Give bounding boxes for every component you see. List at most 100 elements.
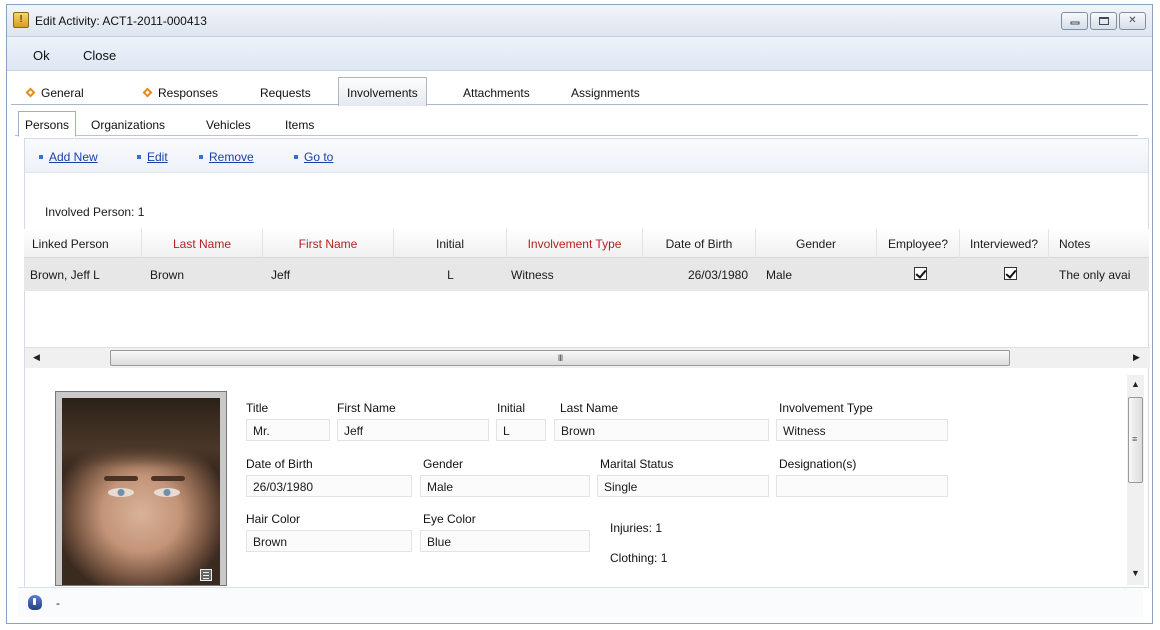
clothing-label[interactable]: Clothing: 1	[610, 551, 667, 565]
action-bar: Add New Edit Remove Go to	[25, 139, 1148, 173]
col-linked-person[interactable]: Linked Person	[24, 229, 142, 258]
involved-count: Involved Person: 1	[45, 205, 145, 219]
cell-linked-person: Brown, Jeff L	[30, 268, 100, 282]
col-first-name[interactable]: First Name	[263, 229, 394, 258]
required-marker-icon	[25, 87, 36, 98]
tab-responses[interactable]: Responses	[136, 79, 226, 105]
window-controls: ✕	[1061, 12, 1146, 30]
last-name-field[interactable]: Brown	[554, 419, 769, 441]
menu-bar: Ok Close	[7, 37, 1152, 71]
ok-menu-item[interactable]: Ok	[33, 48, 50, 63]
scroll-right-icon[interactable]: ▶	[1133, 352, 1140, 363]
cell-last-name: Brown	[150, 268, 185, 282]
minimize-button[interactable]	[1061, 12, 1088, 30]
designation-field[interactable]	[776, 475, 948, 497]
marital-status-field[interactable]: Single	[597, 475, 769, 497]
dob-field[interactable]: 26/03/1980	[246, 475, 412, 497]
tab-general[interactable]: General	[19, 79, 92, 105]
tab-requests[interactable]: Requests	[252, 79, 319, 105]
horizontal-scroll-thumb[interactable]: III	[110, 350, 1010, 366]
vertical-scroll-thumb[interactable]: ≡	[1128, 397, 1143, 483]
last-name-label: Last Name	[560, 401, 619, 415]
edit-activity-window: ! Edit Activity: ACT1-2011-000413 ✕ Ok C…	[6, 4, 1153, 624]
tab-assignments[interactable]: Assignments	[563, 79, 648, 105]
cell-involvement-type: Witness	[511, 268, 554, 282]
window-title: Edit Activity: ACT1-2011-000413	[35, 14, 207, 28]
bullet-icon	[294, 155, 298, 159]
designation-label: Designation(s)	[779, 457, 857, 471]
involvement-type-label: Involvement Type	[779, 401, 873, 415]
col-initial[interactable]: Initial	[394, 229, 507, 258]
status-text: -	[56, 596, 60, 610]
tab-attachments[interactable]: Attachments	[455, 79, 538, 105]
eye-color-label: Eye Color	[423, 512, 476, 526]
hair-color-field[interactable]: Brown	[246, 530, 412, 552]
status-bar: -	[18, 587, 1143, 617]
first-name-field[interactable]: Jeff	[337, 419, 489, 441]
gender-label: Gender	[423, 457, 464, 471]
scroll-left-icon[interactable]: ◀	[33, 352, 40, 363]
edit-link[interactable]: Edit	[137, 150, 168, 164]
hair-color-label: Hair Color	[246, 512, 301, 526]
go-to-link[interactable]: Go to	[294, 150, 333, 164]
interviewed-checkbox[interactable]	[1004, 267, 1017, 280]
photo-menu-icon[interactable]	[200, 569, 212, 581]
close-menu-item[interactable]: Close	[83, 48, 116, 63]
col-interviewed[interactable]: Interviewed?	[960, 229, 1049, 258]
gender-field[interactable]: Male	[420, 475, 590, 497]
subtab-items[interactable]: Items	[279, 113, 320, 136]
marital-status-label: Marital Status	[600, 457, 674, 471]
table-row[interactable]: Brown, Jeff L Brown Jeff L Witness 26/03…	[24, 258, 1149, 291]
photo-brow	[151, 476, 185, 481]
col-date-of-birth[interactable]: Date of Birth	[643, 229, 756, 258]
title-bar[interactable]: ! Edit Activity: ACT1-2011-000413 ✕	[7, 5, 1152, 37]
go-to-label: Go to	[304, 150, 334, 164]
person-photo[interactable]	[55, 391, 227, 586]
involvement-type-field[interactable]: Witness	[776, 419, 948, 441]
edit-label: Edit	[147, 150, 168, 164]
scroll-up-icon[interactable]: ▲	[1131, 379, 1140, 389]
required-marker-icon	[142, 87, 153, 98]
close-icon: ✕	[1128, 15, 1137, 26]
injuries-label[interactable]: Injuries: 1	[610, 521, 662, 535]
tab-responses-label: Responses	[158, 86, 219, 100]
photo-eye	[108, 488, 134, 497]
add-new-label: Add New	[49, 150, 98, 164]
add-new-link[interactable]: Add New	[39, 150, 98, 164]
grid-horizontal-scrollbar[interactable]: ◀ III ▶	[25, 347, 1150, 368]
col-gender[interactable]: Gender	[756, 229, 877, 258]
maximize-button[interactable]	[1090, 12, 1117, 30]
main-tab-strip: General Responses Requests Involvements …	[11, 77, 1148, 106]
title-label: Title	[246, 401, 269, 415]
subtab-organizations[interactable]: Organizations	[85, 113, 171, 136]
detail-vertical-scrollbar[interactable]: ▲ ≡ ▼	[1127, 375, 1144, 585]
bullet-icon	[199, 155, 203, 159]
col-notes[interactable]: Notes	[1049, 229, 1149, 258]
col-involvement-type[interactable]: Involvement Type	[507, 229, 643, 258]
sub-tab-strip: Persons Organizations Vehicles Items	[15, 110, 1138, 137]
maximize-icon	[1098, 17, 1109, 25]
col-employee[interactable]: Employee?	[877, 229, 960, 258]
close-button[interactable]: ✕	[1119, 12, 1146, 30]
cell-date-of-birth: 26/03/1980	[687, 268, 748, 282]
subtab-vehicles[interactable]: Vehicles	[200, 113, 257, 136]
remove-link[interactable]: Remove	[199, 150, 254, 164]
employee-checkbox[interactable]	[914, 267, 927, 280]
col-last-name[interactable]: Last Name	[142, 229, 263, 258]
tab-involvements[interactable]: Involvements	[338, 77, 427, 106]
shield-info-icon[interactable]	[28, 595, 42, 610]
tab-general-label: General	[41, 86, 84, 100]
bullet-icon	[39, 155, 43, 159]
remove-label: Remove	[209, 150, 254, 164]
photo-eye	[154, 488, 180, 497]
persons-grid: Linked Person Last Name First Name Initi…	[24, 229, 1149, 347]
title-field[interactable]: Mr.	[246, 419, 330, 441]
initial-field[interactable]: L	[496, 419, 546, 441]
cell-notes: The only avai	[1059, 268, 1131, 282]
bullet-icon	[137, 155, 141, 159]
minimize-icon	[1070, 21, 1079, 25]
eye-color-field[interactable]: Blue	[420, 530, 590, 552]
scroll-grip: III	[557, 353, 563, 363]
subtab-persons[interactable]: Persons	[18, 111, 77, 137]
scroll-down-icon[interactable]: ▼	[1131, 568, 1140, 578]
